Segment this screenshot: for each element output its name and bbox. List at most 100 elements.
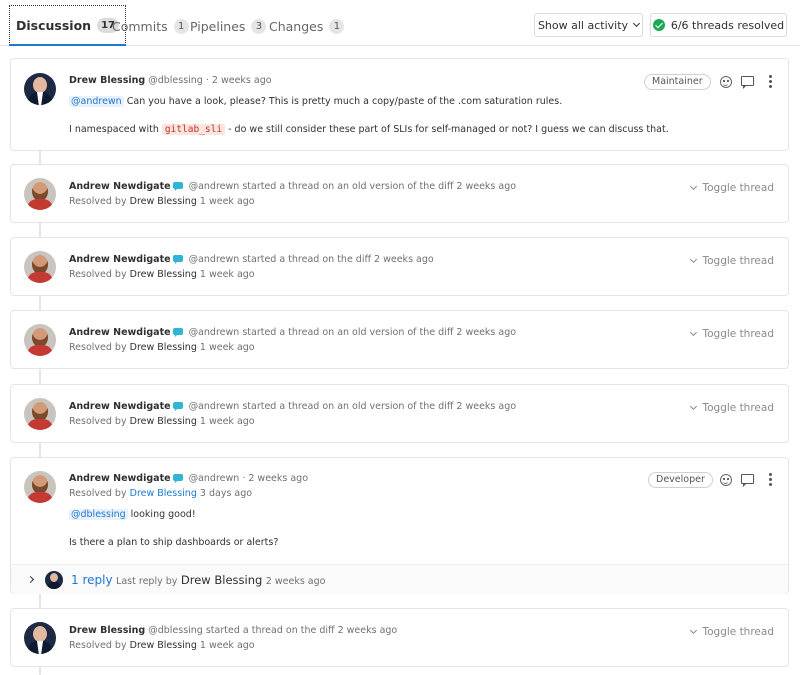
- tab-commits[interactable]: Commits 1: [112, 8, 189, 44]
- bot-badge-icon: [172, 255, 183, 264]
- comment-text: I namespaced with: [69, 124, 159, 135]
- resolved-time: 3 days ago: [199, 488, 253, 499]
- author-name[interactable]: Andrew Newdigate: [69, 181, 171, 192]
- resolved-line: Resolved by Drew Blessing 1 week ago: [69, 269, 255, 280]
- more-actions-icon[interactable]: [768, 473, 772, 486]
- reply-avatar[interactable]: [45, 571, 63, 589]
- thread-meta: @andrewn started a thread on the diff 2 …: [188, 254, 434, 265]
- resolved-time: 1 week ago: [199, 640, 255, 651]
- chevron-down-icon: [690, 328, 698, 337]
- toggle-thread-button[interactable]: Toggle thread: [690, 182, 774, 194]
- resolved-time: 1 week ago: [199, 269, 255, 280]
- tab-discussion[interactable]: Discussion 17: [9, 5, 126, 46]
- role-badge: Developer: [648, 472, 713, 488]
- threads-resolved-button[interactable]: 6/6 threads resolved: [650, 13, 787, 37]
- thread-card: Drew Blessing @dblessing started a threa…: [10, 608, 789, 667]
- avatar[interactable]: [24, 622, 56, 654]
- toggle-thread-button[interactable]: Toggle thread: [690, 255, 774, 267]
- emoji-reaction-icon[interactable]: [720, 474, 732, 486]
- resolver-name[interactable]: Drew Blessing: [130, 342, 197, 353]
- replies-bar: 1 reply Last reply by Drew Blessing 2 we…: [11, 564, 788, 594]
- merge-request-tabs: Discussion 17 Commits 1 Pipelines 3 Chan…: [0, 0, 800, 46]
- comment-text: - do we still consider these part of SLI…: [228, 124, 669, 135]
- thread-meta: @andrewn started a thread on an old vers…: [188, 181, 517, 192]
- check-circle-icon: [652, 19, 665, 31]
- resolved-line: Resolved by Drew Blessing 1 week ago: [69, 196, 255, 207]
- resolved-label: Resolved by: [69, 488, 127, 499]
- avatar[interactable]: [24, 178, 56, 210]
- thread-header: Andrew Newdigate @andrewn started a thre…: [69, 401, 516, 412]
- comment-text-line1: @andrewn Can you have a look, please? Th…: [69, 96, 562, 107]
- chevron-right-icon[interactable]: [26, 575, 35, 584]
- tab-commits-count: 1: [173, 18, 189, 34]
- author-name[interactable]: Andrew Newdigate: [69, 401, 171, 412]
- bot-badge-icon: [172, 474, 183, 483]
- resolved-line: Resolved by Drew Blessing 1 week ago: [69, 416, 255, 427]
- toggle-thread-button[interactable]: Toggle thread: [690, 626, 774, 638]
- avatar[interactable]: [24, 251, 56, 283]
- chevron-down-icon: [690, 182, 698, 191]
- more-actions-icon[interactable]: [768, 75, 772, 88]
- avatar[interactable]: [24, 324, 56, 356]
- chevron-down-icon: [690, 402, 698, 411]
- tab-pipelines-count: 3: [251, 18, 267, 34]
- resolved-label: Resolved by: [69, 640, 127, 651]
- last-reply-time: 2 weeks ago: [265, 576, 326, 587]
- comment-text-line2: Is there a plan to ship dashboards or al…: [69, 537, 279, 548]
- bot-badge-icon: [172, 402, 183, 411]
- chevron-down-icon: [690, 255, 698, 264]
- user-mention[interactable]: @dblessing: [69, 509, 128, 520]
- toggle-thread-label: Toggle thread: [702, 182, 774, 194]
- author-meta: @dblessing · 2 weeks ago: [148, 75, 272, 86]
- chevron-down-icon: [690, 626, 698, 635]
- resolved-time: 1 week ago: [199, 342, 255, 353]
- thread-card: Andrew Newdigate @andrewn started a thre…: [10, 237, 789, 296]
- avatar[interactable]: [24, 471, 56, 503]
- emoji-reaction-icon[interactable]: [720, 76, 732, 88]
- bot-badge-icon: [172, 328, 183, 337]
- bot-badge-icon: [172, 182, 183, 191]
- resolved-label: Resolved by: [69, 416, 127, 427]
- tab-commits-label: Commits: [112, 18, 168, 34]
- resolver-name[interactable]: Drew Blessing: [130, 488, 197, 499]
- author-name[interactable]: Drew Blessing: [69, 625, 145, 636]
- thread-header: Andrew Newdigate @andrewn started a thre…: [69, 181, 516, 192]
- toggle-thread-label: Toggle thread: [702, 626, 774, 638]
- thread-header: Andrew Newdigate @andrewn started a thre…: [69, 254, 434, 265]
- role-badge: Maintainer: [644, 74, 711, 90]
- resolved-time: 1 week ago: [199, 196, 255, 207]
- chevron-down-icon: [632, 19, 641, 28]
- resolver-name[interactable]: Drew Blessing: [130, 640, 197, 651]
- reply-comment-icon[interactable]: [741, 76, 754, 89]
- comment-header: Andrew Newdigate @andrewn · 2 weeks ago: [69, 473, 308, 484]
- reply-count-link[interactable]: 1 reply: [71, 573, 113, 587]
- author-name[interactable]: Andrew Newdigate: [69, 254, 171, 265]
- avatar[interactable]: [24, 73, 56, 105]
- resolver-name[interactable]: Drew Blessing: [130, 416, 197, 427]
- tab-changes[interactable]: Changes 1: [269, 8, 345, 44]
- author-name[interactable]: Andrew Newdigate: [69, 473, 171, 484]
- author-name[interactable]: Drew Blessing: [69, 75, 145, 86]
- avatar[interactable]: [24, 398, 56, 430]
- resolver-name[interactable]: Drew Blessing: [130, 196, 197, 207]
- last-reply-label: Last reply by: [116, 576, 178, 587]
- comment-header: Drew Blessing @dblessing · 2 weeks ago: [69, 75, 272, 86]
- discussion-card: Andrew Newdigate @andrewn · 2 weeks ago …: [10, 457, 789, 594]
- tab-pipelines[interactable]: Pipelines 3: [190, 8, 267, 44]
- resolved-time: 1 week ago: [199, 416, 255, 427]
- resolved-label: Resolved by: [69, 196, 127, 207]
- toggle-thread-label: Toggle thread: [702, 255, 774, 267]
- toggle-thread-button[interactable]: Toggle thread: [690, 402, 774, 414]
- resolver-name[interactable]: Drew Blessing: [130, 269, 197, 280]
- toggle-thread-button[interactable]: Toggle thread: [690, 328, 774, 340]
- thread-meta: @dblessing started a thread on the diff …: [148, 625, 398, 636]
- reply-summary: 1 reply Last reply by Drew Blessing 2 we…: [71, 573, 325, 587]
- author-name[interactable]: Andrew Newdigate: [69, 327, 171, 338]
- tab-discussion-label: Discussion: [16, 17, 92, 33]
- activity-filter-dropdown[interactable]: Show all activity: [534, 13, 643, 37]
- comment-text-line1: @dblessing looking good!: [69, 509, 196, 520]
- user-mention[interactable]: @andrewn: [69, 96, 124, 107]
- reply-comment-icon[interactable]: [741, 474, 754, 487]
- toggle-thread-label: Toggle thread: [702, 402, 774, 414]
- activity-filter-label: Show all activity: [537, 18, 629, 32]
